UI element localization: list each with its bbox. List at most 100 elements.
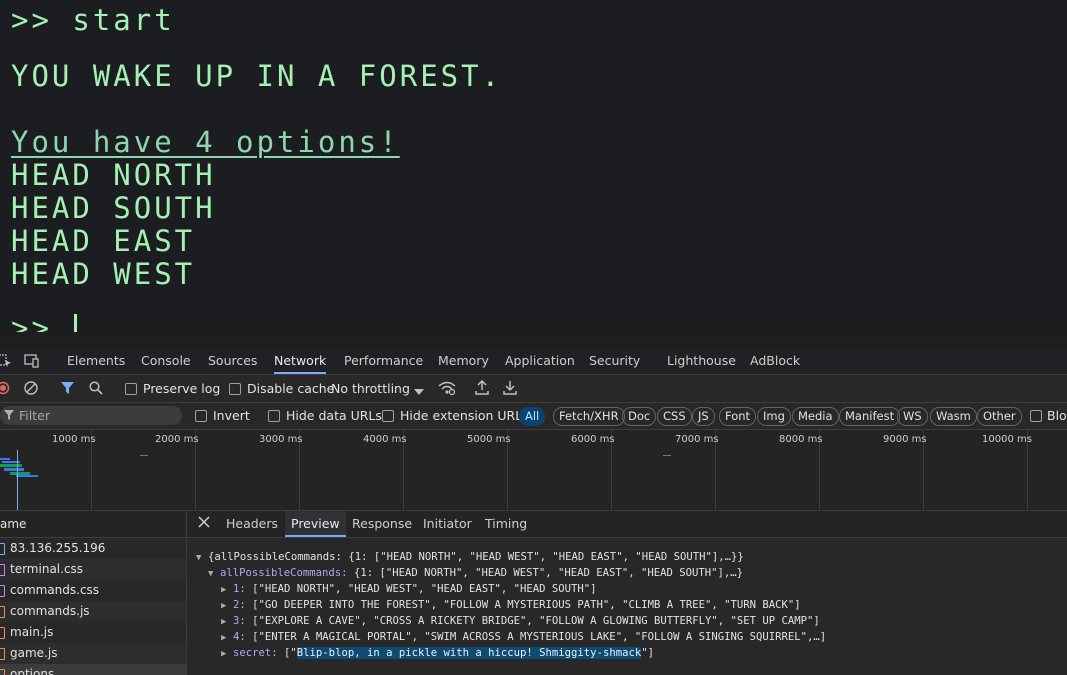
filter-icon[interactable]: [61, 381, 74, 398]
stylesheet-icon: [0, 585, 5, 597]
json-bracket: [": [277, 647, 297, 659]
tab-lighthouse[interactable]: Lighthouse: [667, 348, 736, 374]
json-root-row[interactable]: ▼ {allPossibleCommands: {1: ["HEAD NORTH"…: [196, 549, 744, 566]
filter-type-doc[interactable]: Doc: [622, 407, 657, 426]
filter-type-font[interactable]: Font: [719, 407, 757, 426]
import-har-icon[interactable]: [475, 379, 489, 398]
filter-type-fetch-xhr[interactable]: Fetch/XHR: [553, 407, 625, 426]
json-key: allPossibleCommands:: [220, 567, 348, 579]
tab-headers[interactable]: Headers: [226, 511, 278, 537]
request-name: commands.js: [10, 604, 90, 618]
search-icon[interactable]: [89, 381, 103, 398]
network-toolbar: Preserve log Disable cache No throttling: [0, 375, 1067, 403]
filter-type-manifest[interactable]: Manifest: [839, 407, 901, 426]
triangle-right-icon[interactable]: ▶: [221, 582, 233, 598]
tab-initiator[interactable]: Initiator: [423, 511, 472, 537]
request-row-selected[interactable]: options: [0, 664, 186, 675]
json-apc-row[interactable]: ▼ allPossibleCommands: {1: ["HEAD NORTH",…: [208, 565, 743, 582]
filter-type-all[interactable]: All: [519, 407, 546, 426]
tab-application[interactable]: Application: [505, 348, 575, 374]
tab-timing[interactable]: Timing: [485, 511, 527, 537]
request-row[interactable]: commands.css: [0, 580, 186, 601]
request-row[interactable]: game.js: [0, 643, 186, 664]
tab-sources[interactable]: Sources: [208, 348, 257, 374]
filter-type-ws[interactable]: WS: [897, 407, 928, 426]
json-bracket: "]: [641, 647, 654, 659]
tab-adblock[interactable]: AdBlock: [750, 348, 800, 374]
hide-extension-urls-checkbox[interactable]: [382, 410, 394, 422]
waterfall-bar: [4, 468, 24, 471]
json-root-value: {1: ["HEAD NORTH", "HEAD WEST", "HEAD EA…: [341, 551, 744, 563]
filter-type-img[interactable]: Img: [757, 407, 791, 426]
tab-network[interactable]: Network: [274, 348, 327, 374]
request-row[interactable]: main.js: [0, 622, 186, 643]
tab-memory[interactable]: Memory: [438, 348, 489, 374]
filter-type-wasm[interactable]: Wasm: [930, 407, 977, 426]
json-item-row[interactable]: ▶ 2: ["GO DEEPER INTO THE FOREST", "FOLLO…: [221, 597, 801, 614]
waterfall-bar: [663, 455, 671, 456]
tab-performance[interactable]: Performance: [344, 348, 423, 374]
tab-elements[interactable]: Elements: [67, 348, 125, 374]
close-icon[interactable]: [198, 516, 210, 531]
triangle-right-icon[interactable]: ▶: [221, 646, 233, 662]
waterfall-bar: [140, 455, 148, 456]
filter-type-js[interactable]: JS: [692, 407, 715, 426]
json-secret-row[interactable]: ▶ secret: ["Blip-blop, in a pickle with a…: [221, 645, 654, 662]
request-list: ame 83.136.255.196 terminal.css commands…: [0, 511, 187, 675]
tab-preview[interactable]: Preview: [285, 511, 346, 537]
filter-type-other[interactable]: Other: [977, 407, 1022, 426]
hide-data-urls-label: Hide data URLs: [286, 408, 382, 423]
inspect-element-icon[interactable]: [0, 354, 12, 371]
filter-type-media[interactable]: Media: [792, 407, 839, 426]
terminal-prompt[interactable]: >>: [11, 312, 78, 332]
preserve-log-checkbox[interactable]: [125, 383, 137, 395]
terminal-output[interactable]: >> start YOU WAKE UP IN A FOREST. You ha…: [0, 0, 1067, 332]
waterfall-bar: [0, 464, 22, 467]
tab-response[interactable]: Response: [352, 511, 412, 537]
triangle-down-icon[interactable]: ▼: [208, 566, 220, 582]
triangle-right-icon[interactable]: ▶: [221, 614, 233, 630]
devtools-panel: Elements Console Sources Network Perform…: [0, 332, 1067, 675]
network-filter-bar: Filter Invert Hide data URLs Hide extens…: [0, 403, 1067, 430]
invert-checkbox[interactable]: [195, 410, 207, 422]
request-detail-pane: Headers Preview Response Initiator Timin…: [187, 511, 1067, 675]
clear-icon[interactable]: [24, 381, 38, 398]
stop-recording-icon[interactable]: [0, 381, 10, 398]
network-conditions-icon[interactable]: [438, 380, 456, 399]
triangle-right-icon[interactable]: ▶: [221, 598, 233, 614]
triangle-down-icon[interactable]: ▼: [196, 550, 208, 566]
script-icon: [0, 606, 5, 618]
request-row[interactable]: commands.js: [0, 601, 186, 622]
request-name: commands.css: [10, 583, 100, 597]
disable-cache-checkbox[interactable]: [229, 383, 241, 395]
export-har-icon[interactable]: [503, 380, 517, 398]
triangle-right-icon[interactable]: ▶: [221, 630, 233, 646]
json-secret-value[interactable]: Blip-blop, in a pickle with a hiccup! Sh…: [296, 647, 642, 659]
blocked-requests-checkbox[interactable]: [1030, 410, 1042, 422]
json-item-row[interactable]: ▶ 3: ["EXPLORE A CAVE", "CROSS A RICKETY …: [221, 613, 820, 630]
waterfall-bar: [16, 475, 38, 477]
json-item-row[interactable]: ▶ 1: ["HEAD NORTH", "HEAD WEST", "HEAD EA…: [221, 581, 597, 598]
device-toolbar-icon[interactable]: [24, 354, 40, 371]
json-preview: ▼ {allPossibleCommands: {1: ["HEAD NORTH"…: [187, 541, 826, 675]
chevron-down-icon[interactable]: [414, 384, 424, 399]
network-overview-timeline[interactable]: 1000 ms 2000 ms 3000 ms 4000 ms 5000 ms …: [0, 430, 1067, 511]
request-row[interactable]: 83.136.255.196: [0, 538, 186, 559]
filter-type-css[interactable]: CSS: [657, 407, 692, 426]
request-row[interactable]: terminal.css: [0, 559, 186, 580]
tick-label: 6000 ms: [571, 434, 615, 445]
throttling-select[interactable]: No throttling: [331, 381, 410, 396]
dom-content-loaded-line: [17, 450, 18, 510]
request-name: options: [10, 667, 55, 675]
tab-console[interactable]: Console: [141, 348, 191, 374]
json-item-row[interactable]: ▶ 4: ["ENTER A MAGICAL PORTAL", "SWIM ACR…: [221, 629, 826, 646]
tab-security[interactable]: Security: [589, 348, 640, 374]
name-column-header[interactable]: ame: [0, 511, 186, 538]
devtools-resize-bar[interactable]: [0, 332, 1067, 348]
request-name: terminal.css: [10, 562, 84, 576]
tick-label: 3000 ms: [259, 434, 303, 445]
request-name: game.js: [10, 646, 58, 660]
json-value: {1: ["HEAD NORTH", "HEAD WEST", "HEAD EA…: [347, 567, 743, 579]
filter-input[interactable]: Filter: [0, 406, 182, 425]
hide-data-urls-checkbox[interactable]: [268, 410, 280, 422]
